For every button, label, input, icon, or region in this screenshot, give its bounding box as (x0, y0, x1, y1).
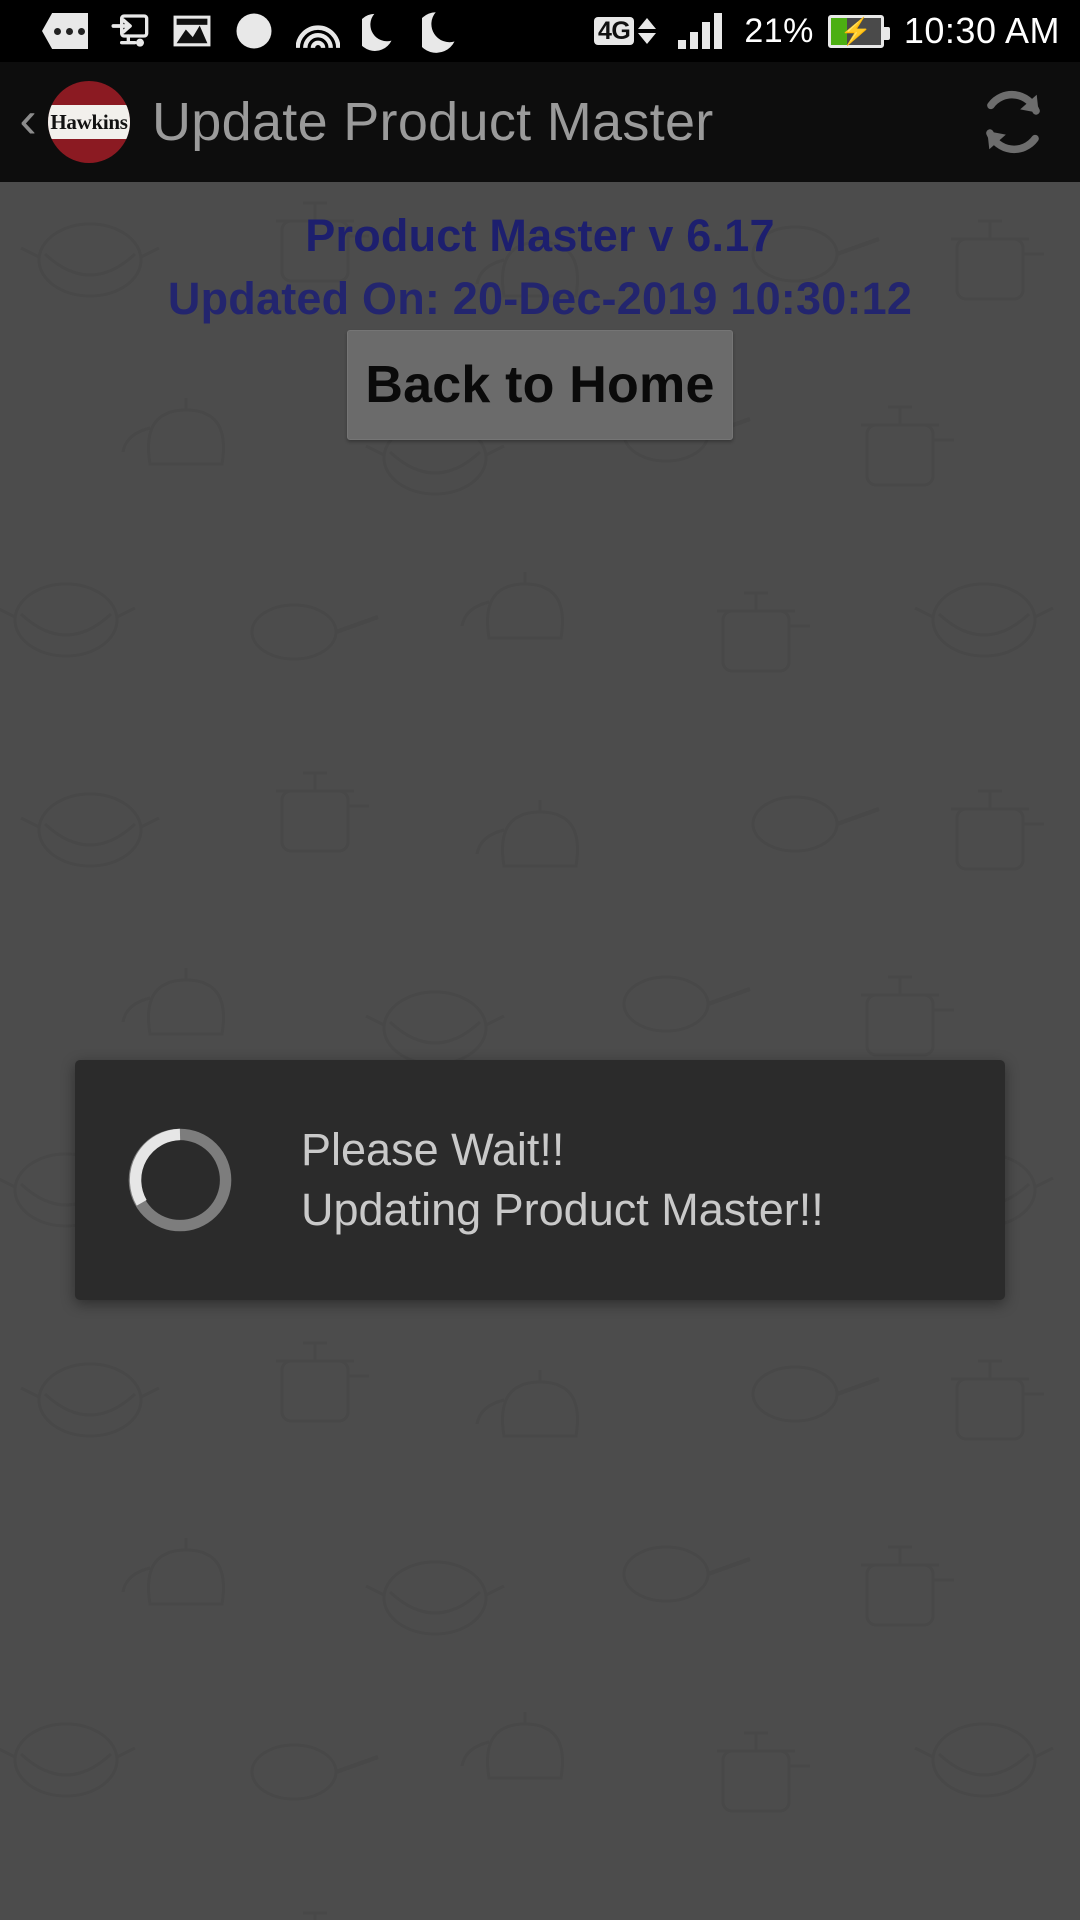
gallery-image-icon (172, 14, 212, 48)
progress-message: Please Wait!! Updating Product Master!! (301, 1120, 824, 1240)
dim-overlay (0, 182, 1080, 1920)
progress-dialog: Please Wait!! Updating Product Master!! (75, 1060, 1005, 1300)
signal-strength-icon (678, 13, 723, 49)
updated-on-label: Updated On: 20-Dec-2019 10:30:12 (167, 273, 913, 324)
content-area: Product Master v 6.17 Updated On: 20-Dec… (0, 182, 1080, 1920)
loading-spinner (123, 1123, 237, 1237)
screen-share-icon (110, 11, 150, 51)
network-type-badge: 4G (593, 16, 635, 46)
back-to-home-label: Back to Home (365, 356, 715, 414)
page-title: Update Product Master (152, 92, 714, 152)
progress-line-1: Please Wait!! (301, 1124, 565, 1176)
data-transfer-arrows-icon (638, 18, 657, 44)
messages-dots-icon (42, 13, 88, 49)
back-button[interactable]: ‹ (8, 94, 48, 146)
product-version-label: Product Master v 6.17 (305, 210, 775, 261)
night-mode-moon-icon (422, 8, 464, 54)
phone-screen: 4G 21% ⚡ 10:30 AM ‹ Hawkins Update Produ… (0, 0, 1080, 1920)
back-to-home-button[interactable]: Back to Home (347, 330, 733, 440)
wifi-hotspot-icon (296, 12, 340, 50)
hawkins-logo: Hawkins (48, 81, 130, 163)
charging-bolt-icon: ⚡ (839, 16, 873, 46)
circle-icon (234, 11, 274, 51)
progress-line-2: Updating Product Master!! (301, 1184, 824, 1235)
hawkins-logo-text: Hawkins (50, 109, 128, 134)
app-header: ‹ Hawkins Update Product Master (0, 62, 1080, 182)
clock-label: 10:30 AM (903, 10, 1060, 51)
refresh-icon[interactable] (974, 83, 1052, 161)
battery-charging-icon: ⚡ (827, 14, 890, 48)
network-type-label: 4G (593, 16, 635, 46)
battery-percent-label: 21% (744, 11, 814, 50)
version-info: Product Master v 6.17 Updated On: 20-Dec… (0, 210, 1080, 325)
do-not-disturb-moon-icon (362, 10, 400, 52)
status-bar: 4G 21% ⚡ 10:30 AM (0, 0, 1080, 62)
